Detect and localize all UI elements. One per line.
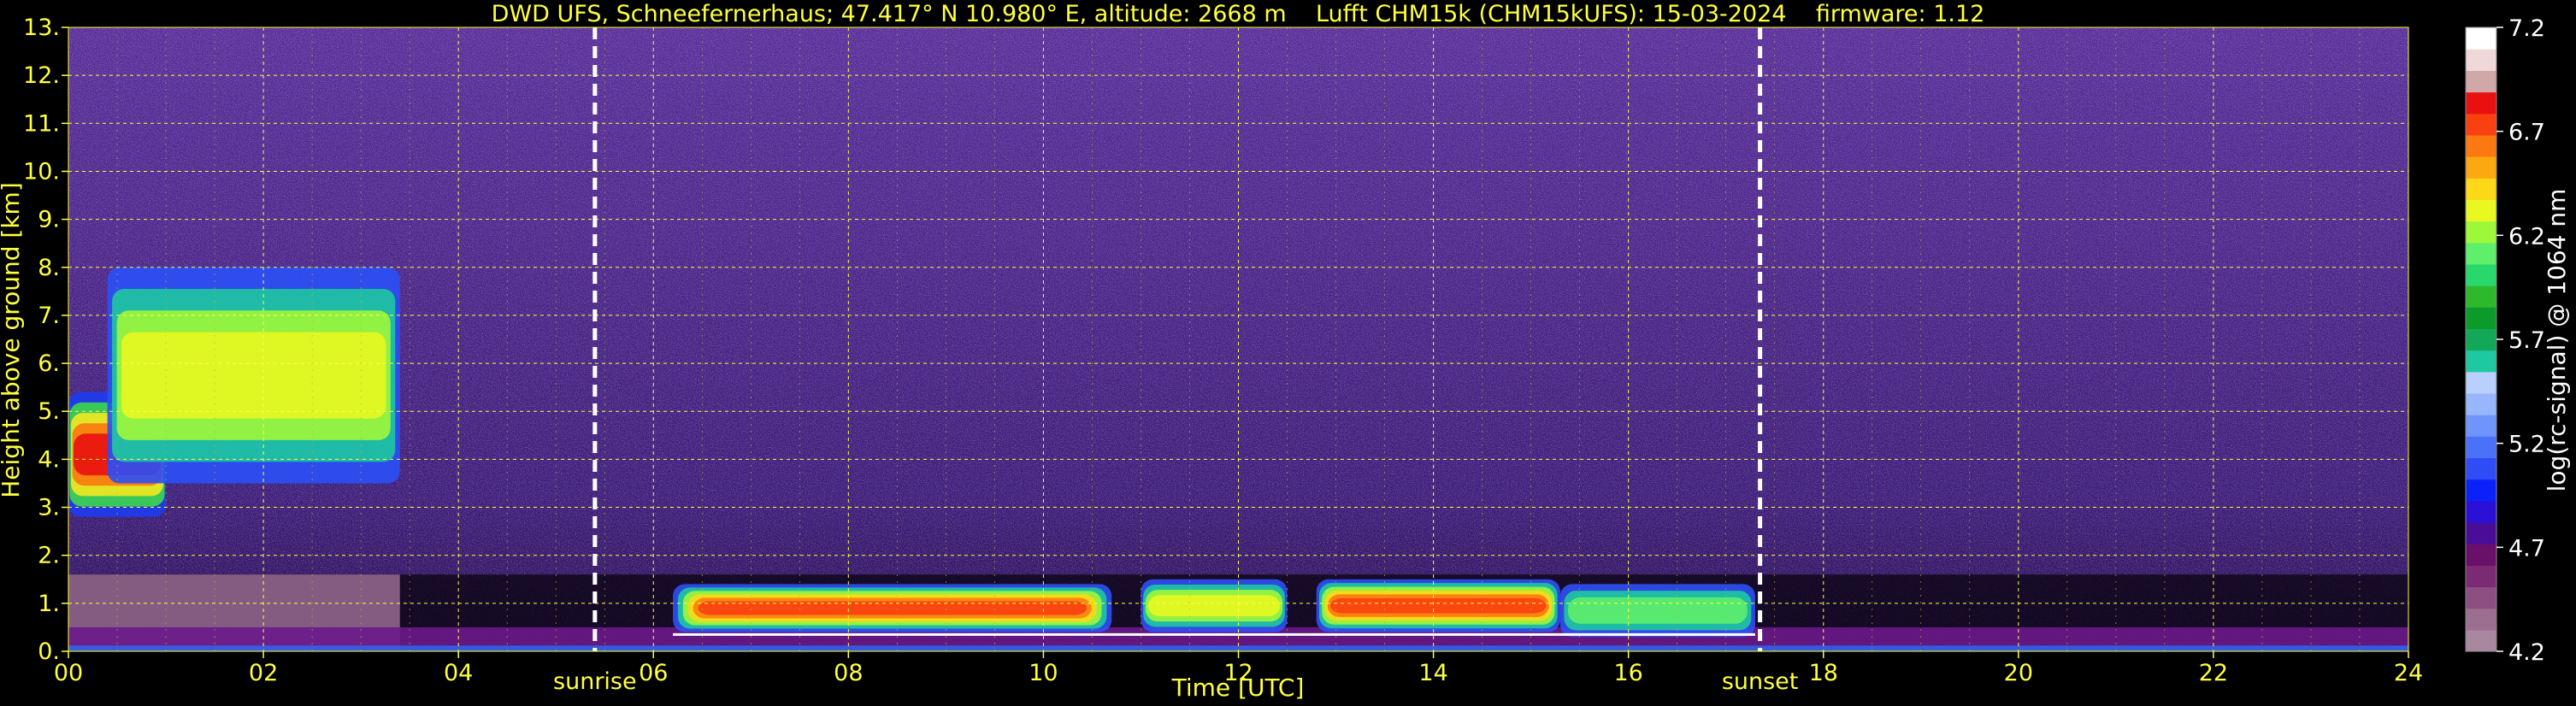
cloud-layer — [107, 267, 400, 484]
colorbar-segment — [2466, 263, 2496, 286]
x-tick-label: 24 — [2394, 660, 2423, 686]
colorbar-segment — [2466, 436, 2496, 459]
chart-title: DWD UFS, Schneefernerhaus; 47.417° N 10.… — [492, 1, 1985, 27]
y-tick-label: 9. — [38, 207, 60, 233]
y-tick-label: 8. — [38, 255, 60, 281]
y-tick-label: 0. — [38, 638, 60, 665]
cloud-band — [121, 332, 386, 419]
x-tick-label: 18 — [1809, 660, 1838, 686]
colorbar-segment — [2466, 457, 2496, 480]
y-axis-ticks: 0. 1. 2. 3. 4. 5. 6. 7. 8. 9. 10. 11. 12. 13. — [23, 15, 68, 665]
x-tick-label: 02 — [249, 660, 278, 686]
y-tick-label: 7. — [38, 303, 60, 329]
y-tick-label: 1. — [38, 591, 60, 617]
colorbar: 4.2 4.7 5.2 5.7 6.2 6.7 7.2 — [2465, 15, 2545, 666]
x-axis-label: Time [UTC] — [1171, 674, 1305, 702]
colorbar-tick-label: 4.7 — [2508, 535, 2545, 562]
x-tick-label: 20 — [2004, 660, 2033, 686]
colorbar-segment — [2466, 134, 2496, 157]
colorbar-segment — [2466, 500, 2496, 523]
x-tick-label: 22 — [2199, 660, 2228, 686]
colorbar-segment — [2466, 285, 2496, 308]
colorbar-segment — [2466, 328, 2496, 351]
colorbar-segment — [2466, 27, 2496, 50]
cloud-layer — [1559, 584, 1755, 638]
colorbar-segment — [2466, 91, 2496, 115]
colorbar-label: log(rc-signal) @ 1064 nm — [2543, 189, 2571, 492]
cloud-band — [1147, 595, 1281, 617]
colorbar-tick-label: 4.2 — [2508, 639, 2545, 666]
colorbar-segment — [2466, 156, 2496, 179]
colorbar-segment — [2466, 70, 2496, 93]
x-tick-label: 06 — [639, 660, 668, 686]
y-tick-label: 12. — [23, 62, 60, 89]
colorbar-segment — [2466, 415, 2496, 437]
colorbar-tick-label: 6.7 — [2508, 120, 2545, 146]
event-label: sunrise — [553, 668, 637, 695]
y-tick-label: 6. — [38, 350, 60, 377]
x-tick-label: 14 — [1418, 660, 1447, 686]
y-tick-label: 10. — [23, 158, 60, 185]
y-tick-label: 4. — [38, 446, 60, 473]
y-tick-label: 3. — [38, 495, 60, 521]
cloud-layer — [1316, 579, 1560, 632]
colorbar-segment — [2466, 307, 2496, 330]
colorbar-segment — [2466, 350, 2496, 373]
colorbar-tick-label: 7.2 — [2508, 15, 2545, 42]
colorbar-segment — [2466, 521, 2496, 544]
ceilometer-chart: sunrise sunset 00 02 04 06 08 10 12 14 16 18 20 22 24… — [0, 1, 2571, 702]
cloud-band — [1567, 597, 1748, 624]
colorbar-segment — [2466, 371, 2496, 394]
y-tick-label: 5. — [38, 398, 60, 425]
colorbar-segment — [2466, 608, 2496, 631]
x-tick-label: 10 — [1029, 660, 1058, 686]
event-label: sunset — [1722, 668, 1799, 695]
colorbar-segment — [2466, 629, 2496, 652]
noise-layer — [68, 27, 2408, 651]
colorbar-segment — [2466, 113, 2496, 136]
cloud-band — [1330, 597, 1547, 614]
colorbar-segment — [2466, 242, 2496, 265]
colorbar-segment — [2466, 199, 2496, 222]
colorbar-segment — [2466, 49, 2496, 71]
colorbar-segment — [2466, 178, 2496, 200]
y-axis-label: Height above ground [km] — [0, 182, 25, 498]
colorbar-segment — [2466, 586, 2496, 609]
y-tick-label: 2. — [38, 543, 60, 569]
colorbar-tick-label: 5.7 — [2508, 327, 2545, 354]
colorbar-segment — [2466, 544, 2496, 566]
colorbar-segment — [2466, 221, 2496, 244]
cloud-layer — [673, 584, 1112, 632]
x-tick-label: 04 — [444, 660, 473, 686]
colorbar-segment — [2466, 479, 2496, 502]
colorbar-segment — [2466, 392, 2496, 415]
cloud-layer — [1141, 579, 1288, 632]
colorbar-tick-label: 6.2 — [2508, 223, 2545, 250]
colorbar-tick-label: 5.2 — [2508, 432, 2545, 458]
x-tick-label: 08 — [834, 660, 863, 686]
colorbar-segment — [2466, 565, 2496, 588]
y-tick-label: 13. — [23, 15, 60, 41]
x-tick-label: 16 — [1613, 660, 1642, 686]
y-tick-label: 11. — [23, 110, 60, 137]
